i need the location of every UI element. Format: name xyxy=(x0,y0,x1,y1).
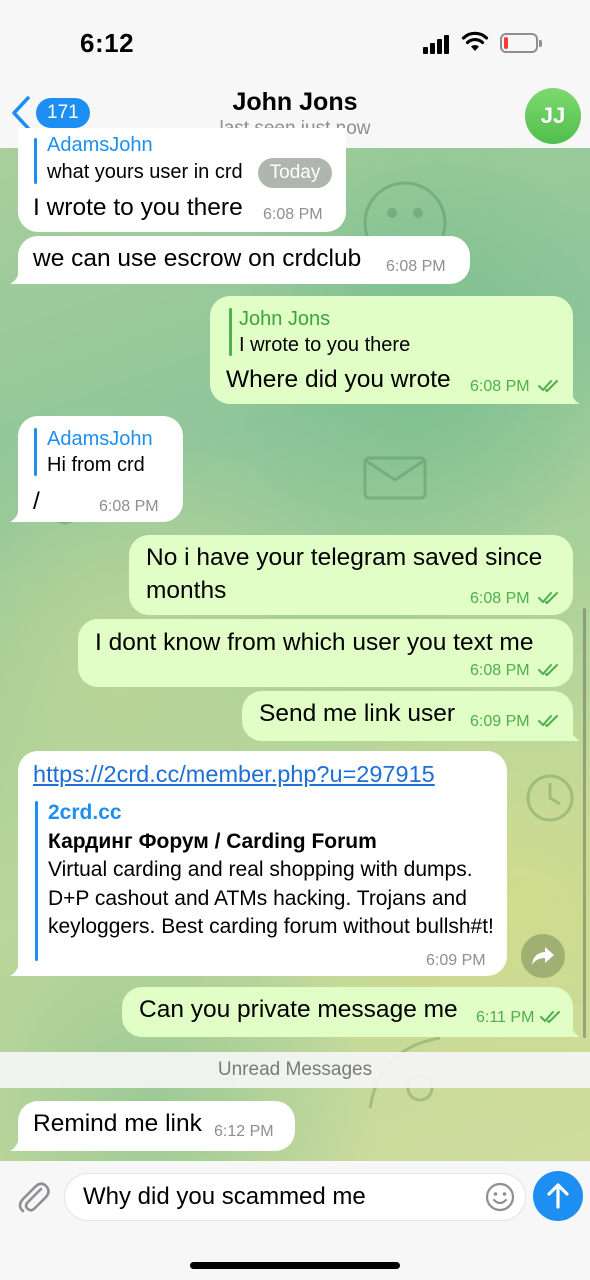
double-check-icon xyxy=(538,664,558,676)
scrollbar[interactable] xyxy=(583,608,586,1038)
message-outgoing[interactable]: Can you private message me 6:11 PM xyxy=(122,987,573,1037)
message-outgoing[interactable]: I dont know from which user you text me … xyxy=(78,619,573,687)
message-text: Where did you wrote xyxy=(226,366,451,393)
message-text: Remind me link xyxy=(33,1110,202,1137)
double-check-icon xyxy=(538,592,558,604)
reply-indicator xyxy=(34,138,37,184)
doodle-pattern xyxy=(363,456,427,500)
bubble-tail xyxy=(10,960,24,976)
status-time: 6:12 xyxy=(80,28,135,58)
message-time: 6:12 PM xyxy=(214,1123,274,1140)
smiley-icon[interactable] xyxy=(485,1182,515,1212)
message-time: 6:08 PM xyxy=(470,662,530,679)
wifi-icon xyxy=(461,31,489,51)
battery-icon xyxy=(500,33,542,53)
message-time: 6:08 PM xyxy=(99,498,159,515)
link-preview-site: 2crd.cc xyxy=(48,801,122,824)
send-button[interactable] xyxy=(533,1171,583,1221)
message-text: / xyxy=(33,488,40,515)
bubble-tail xyxy=(10,1135,24,1151)
reply-author: AdamsJohn xyxy=(47,428,153,450)
message-time: 6:08 PM xyxy=(470,378,530,395)
bubble-tail xyxy=(566,725,580,741)
bubble-tail xyxy=(10,506,24,522)
message-outgoing[interactable]: John Jons I wrote to you there Where did… xyxy=(210,296,573,404)
arrow-up-icon xyxy=(547,1183,569,1209)
message-input-field[interactable] xyxy=(64,1173,526,1221)
chat-title[interactable]: John Jons xyxy=(0,88,590,117)
message-outgoing[interactable]: Send me link user 6:09 PM xyxy=(242,691,573,741)
bubble-tail xyxy=(10,268,24,284)
home-indicator[interactable] xyxy=(190,1262,400,1269)
message-text: I wrote to you there xyxy=(33,194,243,221)
message-outgoing[interactable]: No i have your telegram saved since mont… xyxy=(129,535,573,615)
message-incoming[interactable]: AdamsJohn Hi from crd / 6:08 PM xyxy=(18,416,183,522)
avatar[interactable]: JJ xyxy=(525,88,581,144)
reply-author: John Jons xyxy=(239,308,331,330)
cellular-signal-icon xyxy=(423,34,451,54)
message-incoming[interactable]: Remind me link 6:12 PM xyxy=(18,1101,295,1151)
bubble-tail xyxy=(566,1021,580,1037)
message-input[interactable] xyxy=(83,1182,478,1212)
share-arrow-icon xyxy=(532,947,554,965)
message-time: 6:09 PM xyxy=(426,952,486,969)
double-check-icon xyxy=(540,1011,560,1023)
composer-bar xyxy=(0,1161,590,1280)
unread-messages-separator: Unread Messages xyxy=(0,1052,590,1088)
message-text-line: No i have your telegram saved since xyxy=(146,544,543,571)
message-time: 6:11 PM xyxy=(476,1009,535,1026)
message-time: 6:08 PM xyxy=(386,258,446,275)
link-preview-description: Virtual carding and real shopping with d… xyxy=(48,858,494,938)
battery-level xyxy=(504,37,508,49)
double-check-icon xyxy=(538,715,558,727)
message-text: Can you private message me xyxy=(139,996,458,1023)
message-time: 6:08 PM xyxy=(263,206,323,223)
link-preview-indicator xyxy=(35,801,38,961)
reply-snippet: I wrote to you there xyxy=(239,334,411,356)
message-link-preview[interactable]: https://2crd.cc/member.php?u=297915 2crd… xyxy=(18,751,507,976)
bubble-tail xyxy=(566,388,580,404)
reply-snippet: Hi from crd xyxy=(47,454,145,476)
paperclip-icon[interactable] xyxy=(16,1177,50,1215)
message-text: we can use escrow on crdclub xyxy=(33,245,362,272)
share-button[interactable] xyxy=(521,934,565,978)
doodle-pattern xyxy=(526,774,574,822)
link-preview-title: Кардинг Форум / Carding Forum xyxy=(48,830,377,853)
message-text: I dont know from which user you text me xyxy=(95,629,534,656)
message-incoming[interactable]: we can use escrow on crdclub 6:08 PM xyxy=(18,236,470,284)
reply-snippet: what yours user in crd xyxy=(47,161,243,183)
message-link[interactable]: https://2crd.cc/member.php?u=297915 xyxy=(33,761,435,788)
double-check-icon xyxy=(538,380,558,392)
message-time: 6:08 PM xyxy=(470,590,530,607)
message-time: 6:09 PM xyxy=(470,713,530,730)
message-text: Send me link user xyxy=(259,700,456,727)
reply-indicator xyxy=(34,428,37,476)
message-text-line: months xyxy=(146,577,227,604)
status-bar: 6:12 xyxy=(0,0,590,80)
reply-indicator xyxy=(229,308,232,356)
date-separator: Today xyxy=(258,158,332,188)
reply-author: AdamsJohn xyxy=(47,134,153,156)
